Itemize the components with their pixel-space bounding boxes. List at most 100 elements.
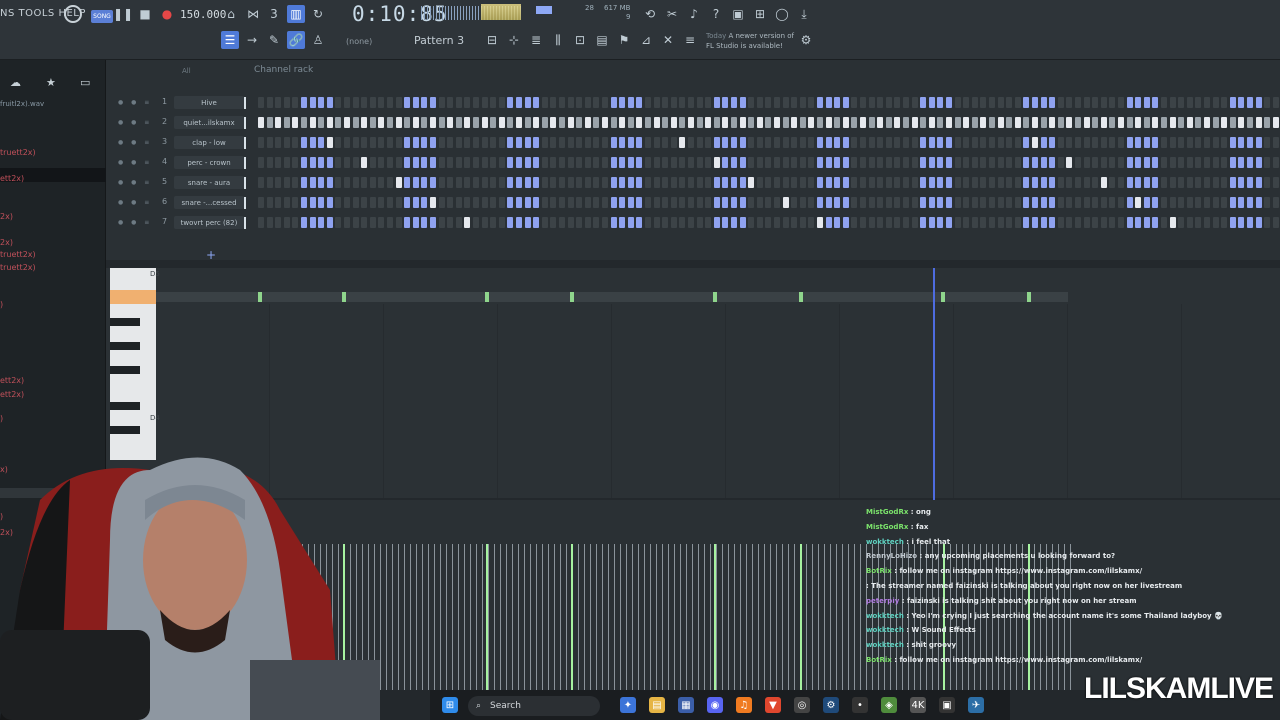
step-button[interactable]: [1238, 157, 1245, 168]
step-button[interactable]: [1221, 97, 1228, 108]
step-button[interactable]: [696, 157, 703, 168]
chat-icon[interactable]: ◯: [773, 5, 791, 23]
step-button[interactable]: [636, 97, 643, 108]
step-button[interactable]: [1118, 97, 1124, 108]
step-button[interactable]: [430, 117, 436, 128]
browser-icon[interactable]: ⊡: [571, 31, 589, 49]
step-button[interactable]: [1238, 97, 1245, 108]
step-button[interactable]: [1255, 197, 1262, 208]
step-button[interactable]: [1118, 117, 1124, 128]
channel-name-button[interactable]: quiet...ilskamx: [174, 116, 244, 129]
step-button[interactable]: [567, 137, 574, 148]
step-button[interactable]: [756, 97, 763, 108]
step-button[interactable]: [808, 97, 815, 108]
step-button[interactable]: [1169, 217, 1176, 228]
step-button[interactable]: [1057, 137, 1064, 148]
step-button[interactable]: [1221, 197, 1228, 208]
step-button[interactable]: [1032, 97, 1038, 108]
step-button[interactable]: [559, 97, 565, 108]
chat-username[interactable]: wokktech: [866, 538, 904, 546]
step-button[interactable]: [1006, 217, 1013, 228]
step-button[interactable]: [1264, 197, 1271, 208]
black-key[interactable]: [110, 426, 140, 434]
step-button[interactable]: [387, 117, 393, 128]
playlist-icon[interactable]: ☰: [221, 31, 239, 49]
step-button[interactable]: [275, 137, 282, 148]
step-button[interactable]: [421, 137, 428, 148]
step-button[interactable]: [447, 157, 454, 168]
step-button[interactable]: [1178, 157, 1185, 168]
step-button[interactable]: [860, 217, 866, 228]
step-button[interactable]: [1006, 97, 1013, 108]
step-button[interactable]: [834, 137, 841, 148]
step-button[interactable]: [369, 137, 376, 148]
step-button[interactable]: [1152, 157, 1159, 168]
step-button[interactable]: [447, 217, 454, 228]
step-button[interactable]: [550, 217, 557, 228]
step-button[interactable]: [1161, 197, 1167, 208]
step-button[interactable]: [378, 137, 385, 148]
channel-toggles[interactable]: ● ● ≡: [118, 219, 152, 226]
step-button[interactable]: [378, 177, 385, 188]
step-button[interactable]: [275, 197, 282, 208]
step-button[interactable]: [404, 157, 411, 168]
step-button[interactable]: [713, 97, 720, 108]
step-button[interactable]: [842, 137, 849, 148]
step-button[interactable]: [1204, 117, 1210, 128]
step-button[interactable]: [266, 177, 273, 188]
step-button[interactable]: [696, 137, 703, 148]
step-button[interactable]: [524, 197, 531, 208]
folder-icon[interactable]: ▭: [80, 76, 90, 89]
step-button[interactable]: [361, 137, 368, 148]
step-button[interactable]: [292, 117, 299, 128]
step-button[interactable]: [860, 197, 866, 208]
browser-file[interactable]: ): [0, 300, 3, 309]
step-button[interactable]: [1169, 197, 1176, 208]
step-button[interactable]: [309, 117, 316, 128]
step-button[interactable]: [352, 117, 359, 128]
step-button[interactable]: [705, 157, 712, 168]
step-button[interactable]: [576, 117, 583, 128]
step-button[interactable]: [1092, 157, 1099, 168]
chat-username[interactable]: wokktech: [866, 612, 904, 620]
step-button[interactable]: [928, 177, 935, 188]
step-button[interactable]: [258, 117, 264, 128]
step-button[interactable]: [481, 97, 488, 108]
step-button[interactable]: [722, 177, 729, 188]
step-button[interactable]: [877, 97, 884, 108]
step-button[interactable]: [1057, 197, 1064, 208]
history-icon[interactable]: ⟲: [641, 5, 659, 23]
step-button[interactable]: [1221, 117, 1228, 128]
step-button[interactable]: [421, 117, 428, 128]
velocity-bar[interactable]: [486, 544, 488, 690]
step-button[interactable]: [713, 197, 720, 208]
group-filter[interactable]: All: [182, 67, 191, 75]
step-button[interactable]: [731, 97, 737, 108]
step-button[interactable]: [1057, 157, 1064, 168]
step-button[interactable]: [593, 217, 600, 228]
browser-file[interactable]: truett2x): [0, 263, 36, 272]
step-button[interactable]: [705, 217, 712, 228]
step-button[interactable]: [292, 157, 299, 168]
step-button[interactable]: [490, 137, 497, 148]
step-button[interactable]: [894, 157, 901, 168]
step-button[interactable]: [946, 157, 952, 168]
step-button[interactable]: [688, 157, 694, 168]
channel-row[interactable]: ● ● ≡ 3 clap - low: [106, 135, 1280, 151]
step-button[interactable]: [1247, 137, 1253, 148]
step-button[interactable]: [1264, 217, 1271, 228]
step-button[interactable]: [1195, 157, 1202, 168]
step-button[interactable]: [412, 157, 419, 168]
step-button[interactable]: [378, 197, 385, 208]
step-button[interactable]: [602, 177, 608, 188]
step-button[interactable]: [283, 197, 290, 208]
step-button[interactable]: [1049, 197, 1056, 208]
step-button[interactable]: [636, 217, 643, 228]
step-button[interactable]: [782, 177, 789, 188]
chat-username[interactable]: BotRix: [866, 567, 892, 575]
step-button[interactable]: [1178, 177, 1185, 188]
step-button[interactable]: [928, 117, 935, 128]
step-button[interactable]: [825, 137, 832, 148]
step-button[interactable]: [825, 117, 832, 128]
step-button[interactable]: [610, 197, 617, 208]
